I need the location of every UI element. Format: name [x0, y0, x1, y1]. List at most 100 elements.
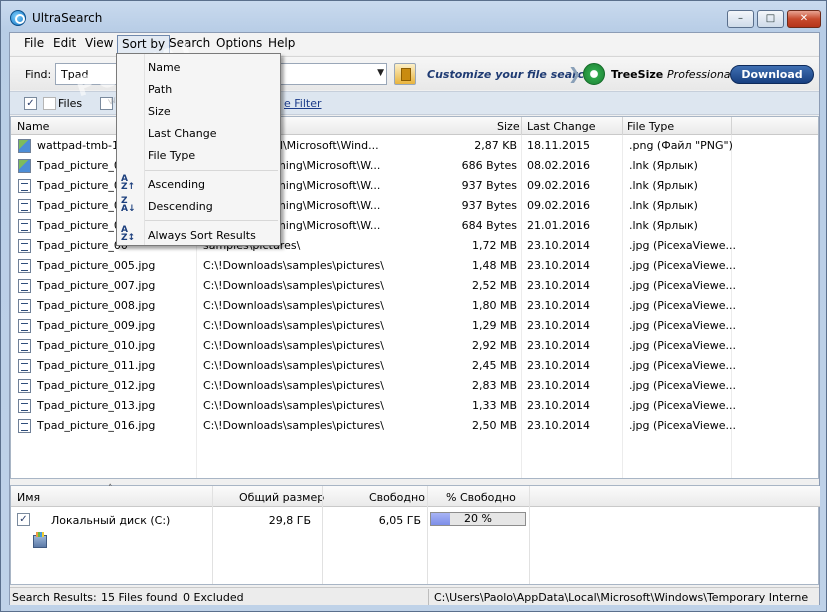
treesize-name: TreeSize [611, 68, 664, 81]
folders-checkbox[interactable] [100, 97, 113, 110]
menu-separator [145, 170, 278, 171]
file-path: C:\!Downloads\samples\pictures\ [203, 359, 384, 372]
table-row[interactable]: Tpad_picture_008.jpg C:\!Downloads\sample… [11, 296, 818, 316]
drives-column-free-pct[interactable]: % Свободно [446, 491, 516, 504]
drive-row[interactable]: ✓ Локальный диск (C:) 29,8 ГБ 6,05 ГБ [11, 508, 820, 548]
file-name: Tpad_picture_008.jpg [37, 299, 156, 312]
menu-search[interactable]: Search [165, 35, 214, 54]
file-path: C:\!Downloads\samples\pictures\ [203, 399, 384, 412]
column-divider [521, 117, 522, 135]
treesize-logo-icon[interactable] [583, 63, 605, 85]
file-last-change: 23.10.2014 [527, 259, 590, 272]
table-row[interactable]: Tpad_picture_005.jpg C:\!Downloads\sample… [11, 256, 818, 276]
sort-by-path[interactable]: Path [117, 78, 280, 100]
table-row[interactable]: Tpad_picture_013.jpg C:\!Downloads\sample… [11, 396, 818, 416]
sort-by-last-change[interactable]: Last Change [117, 122, 280, 144]
maximize-button[interactable]: □ [757, 10, 784, 28]
table-row[interactable]: Tpad_picture_012.jpg C:\!Downloads\sample… [11, 376, 818, 396]
sort-descending[interactable]: Z A↓ Descending [117, 195, 280, 217]
file-path: C:\!Downloads\samples\pictures\ [203, 259, 384, 272]
file-size: 2,83 MB [471, 379, 517, 392]
sort-descending-label: Descending [148, 200, 213, 213]
local-disk-icon [33, 532, 47, 548]
table-row[interactable]: Tpad_picture_007.jpg C:\!Downloads\sample… [11, 276, 818, 296]
filter-link[interactable]: e Filter [284, 97, 322, 110]
drive-total: 29,8 ГБ [268, 514, 311, 527]
png-file-icon [18, 159, 31, 173]
jpg-file-icon [18, 399, 31, 413]
treesize-brand[interactable]: TreeSize Professional [611, 68, 734, 81]
drives-column-total[interactable]: Общий размер [239, 491, 324, 504]
sort-by-size-label: Size [148, 105, 171, 118]
jpg-file-icon [18, 279, 31, 293]
sort-ascending[interactable]: A Z↑ Ascending [117, 173, 280, 195]
download-button[interactable]: Download [730, 65, 814, 84]
table-row[interactable]: Tpad_picture_009.jpg C:\!Downloads\sample… [11, 316, 818, 336]
file-type: .jpg (PicexaViewe... [629, 279, 736, 292]
files-checkbox[interactable]: ✓ [24, 97, 37, 110]
jpg-file-icon [18, 379, 31, 393]
window-title: UltraSearch [32, 11, 103, 25]
file-last-change: 21.01.2016 [527, 219, 590, 232]
grid-line [427, 486, 428, 584]
always-sort-icon: A Z↕ [121, 225, 136, 243]
column-file-type[interactable]: File Type [627, 120, 674, 133]
file-last-change: 09.02.2016 [527, 179, 590, 192]
sort-by-file-type[interactable]: File Type [117, 144, 280, 166]
sort-by-size[interactable]: Size [117, 100, 280, 122]
menu-options[interactable]: Options [212, 35, 266, 54]
menu-edit[interactable]: Edit [49, 35, 80, 54]
sort-by-menu: Name Path Size Last Change File Type A Z↑… [116, 53, 281, 246]
file-type: .jpg (PicexaViewe... [629, 419, 736, 432]
jpg-file-icon [18, 319, 31, 333]
sort-ascending-label: Ascending [148, 178, 206, 191]
drives-column-name[interactable]: Имя [17, 491, 40, 504]
file-last-change: 23.10.2014 [527, 319, 590, 332]
file-size: 2,87 KB [474, 139, 517, 152]
table-row[interactable]: Tpad_picture_016.jpg C:\!Downloads\sample… [11, 416, 818, 436]
file-size: 937 Bytes [461, 179, 517, 192]
column-name[interactable]: Name [17, 120, 49, 133]
drive-checkbox[interactable]: ✓ [17, 513, 30, 526]
menu-file[interactable]: File [20, 35, 48, 54]
sort-by-name[interactable]: Name [117, 56, 280, 78]
column-last-change[interactable]: Last Change [527, 120, 596, 133]
file-type: .jpg (PicexaViewe... [629, 239, 736, 252]
ultrasearch-app-icon [10, 10, 26, 26]
close-button[interactable]: ✕ [787, 10, 821, 28]
sort-arrow-icon: ˄ [108, 484, 113, 494]
files-label: Files [58, 97, 83, 110]
file-size: 937 Bytes [461, 199, 517, 212]
minimize-button[interactable]: – [727, 10, 754, 28]
png-file-icon [18, 139, 31, 153]
file-type: .jpg (PicexaViewe... [629, 359, 736, 372]
file-size: 1,72 MB [471, 239, 517, 252]
browse-folder-button[interactable] [394, 63, 416, 85]
file-size: 1,33 MB [471, 399, 517, 412]
file-size: 2,50 MB [471, 419, 517, 432]
menu-help[interactable]: Help [264, 35, 299, 54]
title-bar[interactable]: UltraSearch – □ ✕ [1, 1, 826, 33]
status-label: Search Results: [12, 591, 97, 604]
status-divider [428, 589, 429, 605]
menu-view[interactable]: View [81, 35, 117, 54]
column-divider [622, 117, 623, 135]
file-last-change: 23.10.2014 [527, 339, 590, 352]
table-row[interactable]: Tpad_picture_011.jpg C:\!Downloads\sample… [11, 356, 818, 376]
menu-sort-by[interactable]: Sort by [117, 35, 171, 54]
file-name: Tpad_picture_010.jpg [37, 339, 156, 352]
grid-line [212, 486, 213, 584]
always-sort-results[interactable]: A Z↕ Always Sort Results [117, 224, 280, 246]
file-size: 2,45 MB [471, 359, 517, 372]
chevron-down-icon[interactable]: ▼ [377, 68, 384, 78]
file-name: Tpad_picture_009.jpg [37, 319, 156, 332]
table-row[interactable]: Tpad_picture_010.jpg C:\!Downloads\sample… [11, 336, 818, 356]
drives-column-free[interactable]: Свободно [369, 491, 425, 504]
status-found: 15 Files found [101, 591, 178, 604]
sort-by-name-label: Name [148, 61, 181, 74]
sort-by-file-type-label: File Type [148, 149, 196, 162]
column-size[interactable]: Size [497, 120, 520, 133]
jpg-file-icon [18, 299, 31, 313]
file-last-change: 23.10.2014 [527, 239, 590, 252]
shortcut-file-icon [18, 179, 31, 193]
